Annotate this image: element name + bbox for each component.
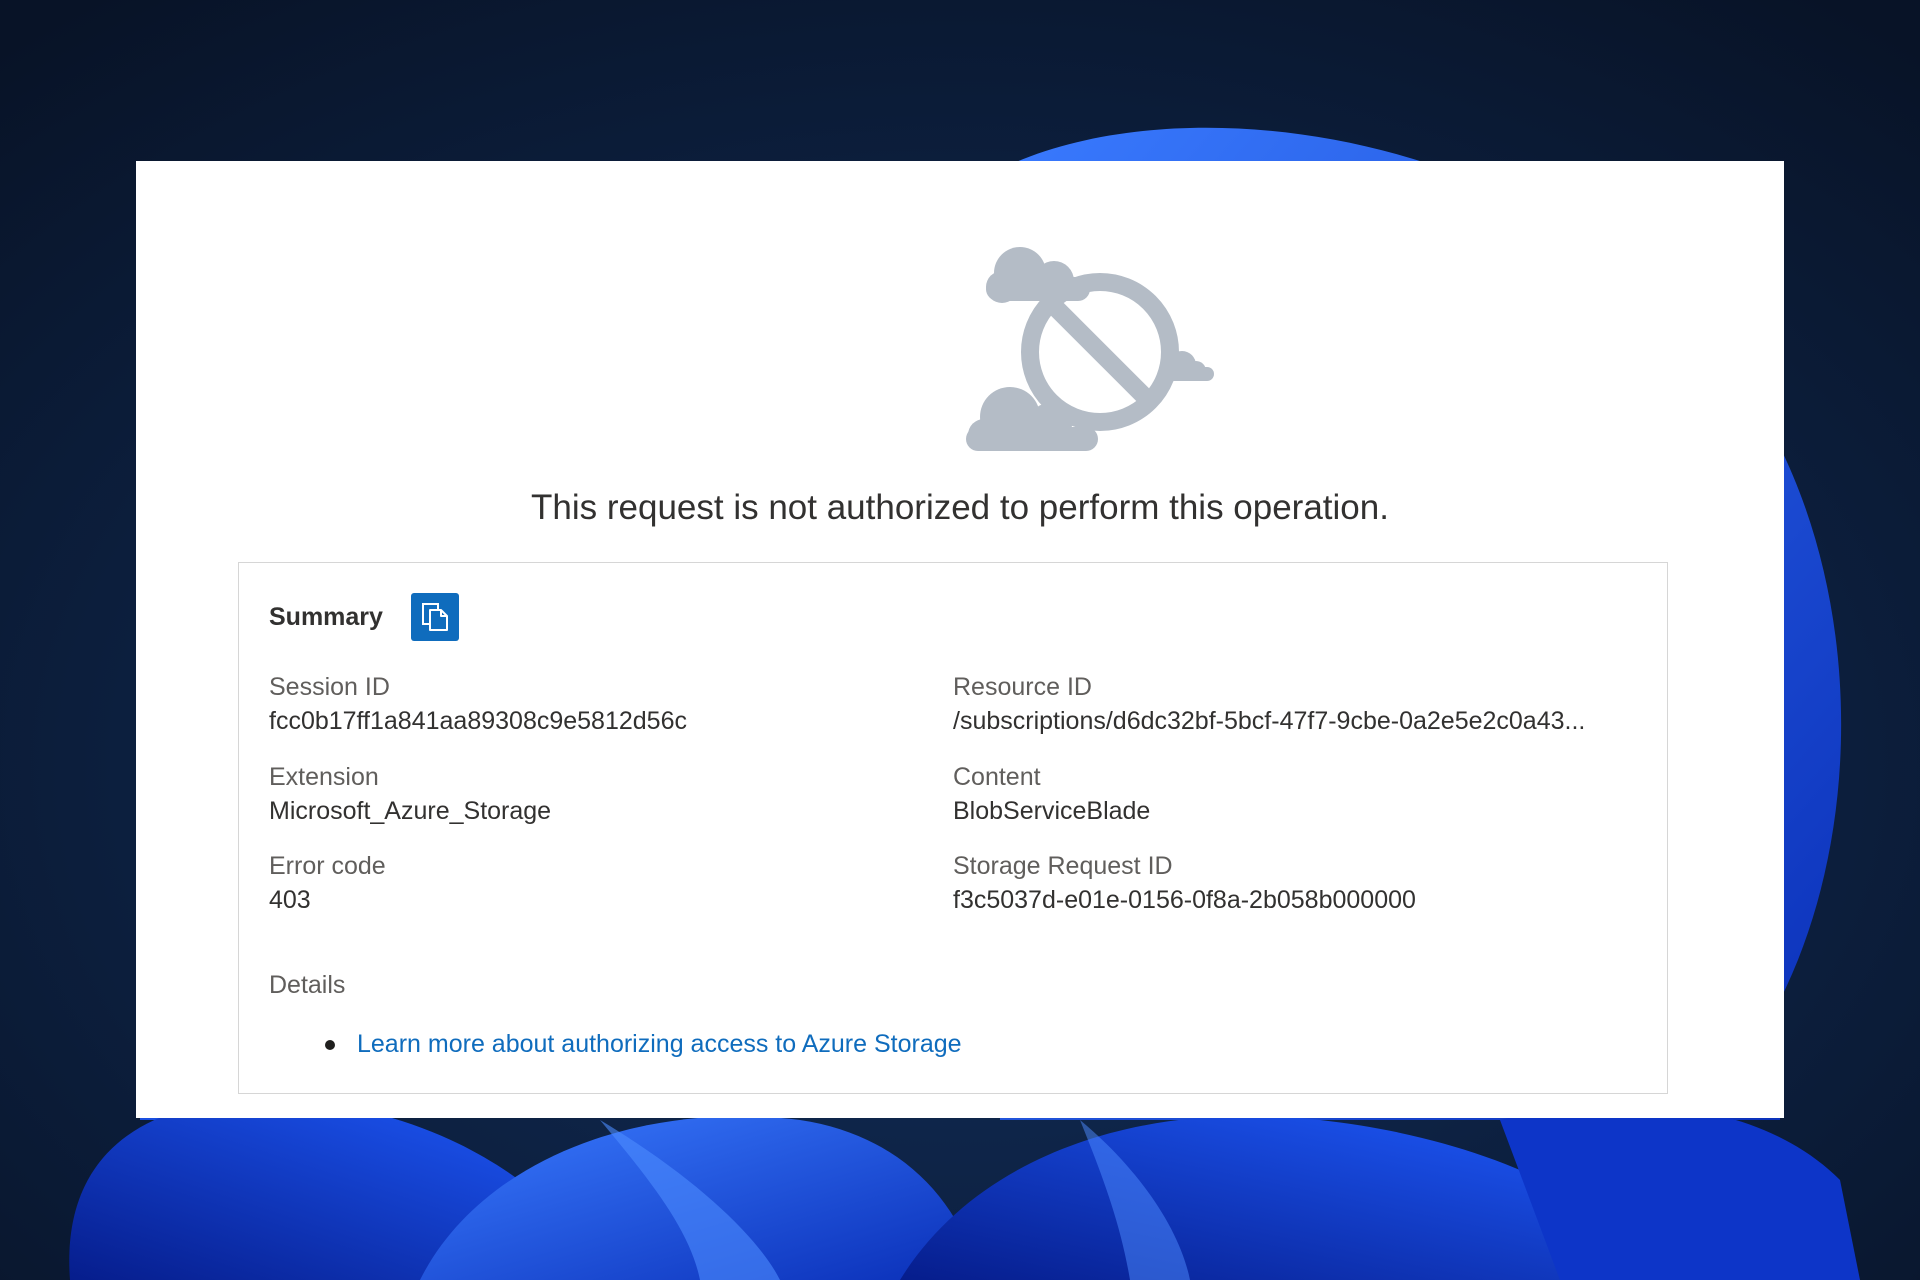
- resource-id-label: Resource ID: [953, 673, 1092, 701]
- content-value: BlobServiceBlade: [953, 797, 1151, 825]
- storage-request-id-field: Storage Request ID f3c5037d-e01e-0156-0f…: [953, 849, 1416, 917]
- error-code-field: Error code 403: [269, 849, 386, 917]
- extension-label: Extension: [269, 763, 379, 791]
- summary-title: Summary: [269, 602, 383, 631]
- bullet-icon: [325, 1039, 335, 1050]
- storage-request-id-value: f3c5037d-e01e-0156-0f8a-2b058b000000: [953, 886, 1416, 914]
- content-label: Content: [953, 763, 1041, 791]
- copy-icon: [421, 603, 448, 631]
- learn-more-link[interactable]: Learn more about authorizing access to A…: [357, 1030, 962, 1059]
- summary-panel: Summary Session ID fcc0b17ff1a841aa89308…: [238, 562, 1668, 1094]
- copy-summary-button[interactable]: [410, 593, 459, 641]
- content-field: Content BlobServiceBlade: [953, 760, 1150, 828]
- details-label: Details: [269, 971, 346, 999]
- session-id-label: Session ID: [269, 673, 390, 701]
- blocked-cloud-illustration: [966, 247, 1214, 451]
- extension-value: Microsoft_Azure_Storage: [269, 797, 552, 825]
- resource-id-value: /subscriptions/d6dc32bf-5bcf-47f7-9cbe-0…: [953, 707, 1586, 735]
- error-dialog: This request is not authorized to perfor…: [136, 161, 1784, 1118]
- error-code-label: Error code: [269, 852, 386, 880]
- error-code-value: 403: [269, 886, 311, 914]
- session-id-field: Session ID fcc0b17ff1a841aa89308c9e5812d…: [269, 670, 687, 738]
- details-list: Learn more about authorizing access to A…: [269, 1030, 962, 1059]
- session-id-value: fcc0b17ff1a841aa89308c9e5812d56c: [269, 707, 687, 735]
- extension-field: Extension Microsoft_Azure_Storage: [269, 760, 551, 828]
- list-item: Learn more about authorizing access to A…: [269, 1030, 962, 1059]
- error-message: This request is not authorized to perfor…: [531, 488, 1389, 527]
- storage-request-id-label: Storage Request ID: [953, 852, 1173, 880]
- summary-header: Summary: [269, 593, 459, 641]
- resource-id-field: Resource ID /subscriptions/d6dc32bf-5bcf…: [953, 670, 1585, 738]
